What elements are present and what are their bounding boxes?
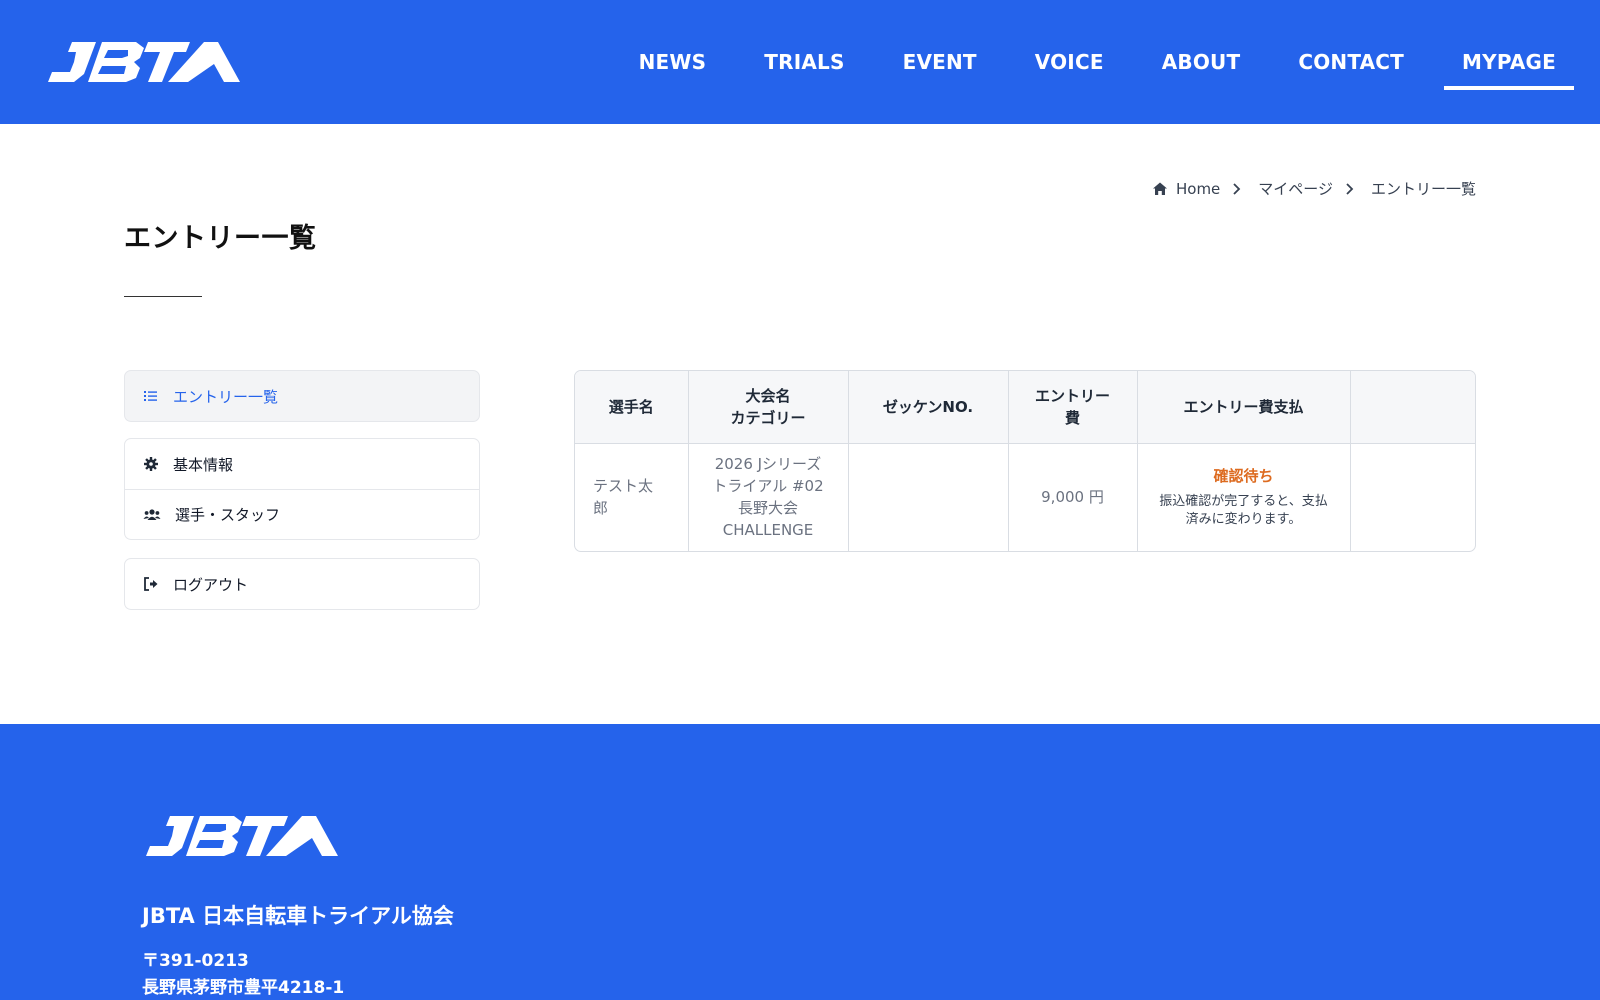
table-header-row: 選手名 大会名 カテゴリー ゼッケンNO. エントリー費 エントリー費支払 (575, 371, 1475, 444)
sidebar-item-logout[interactable]: ログアウト (125, 559, 479, 609)
footer-address: 長野県茅野市豊平4218-1 (142, 978, 345, 998)
nav-event[interactable]: EVENT (903, 50, 977, 74)
cell-player-name: テスト太郎 (575, 443, 689, 551)
site-header: NEWS TRIALS EVENT VOICE ABOUT CONTACT MY… (0, 0, 1600, 124)
breadcrumb-home[interactable]: Home (1176, 180, 1220, 198)
col-header-player: 選手名 (575, 371, 689, 444)
nav-about[interactable]: ABOUT (1162, 50, 1241, 74)
payment-note: 振込確認が完了すると、支払済みに変わります。 (1159, 494, 1328, 528)
cell-event-category: 2026 Jシリーズ トライアル #02 長野大会 CHALLENGE (688, 443, 849, 551)
col-header-actions (1350, 371, 1475, 444)
chevron-right-icon (1346, 182, 1354, 195)
nav-mypage[interactable]: MYPAGE (1444, 50, 1574, 90)
users-icon (143, 508, 161, 520)
sidebar-group-entries: エントリー一覧 (124, 370, 480, 422)
nav-voice[interactable]: VOICE (1035, 50, 1104, 74)
footer-postal-code: 〒391-0213 (142, 951, 249, 971)
title-underline (124, 296, 202, 297)
breadcrumb: Home マイページ エントリー一覧 (1152, 178, 1476, 199)
sign-out-icon (144, 577, 158, 591)
entry-table: 選手名 大会名 カテゴリー ゼッケンNO. エントリー費 エントリー費支払 テスト… (574, 370, 1476, 552)
sidebar-item-basic-info[interactable]: 基本情報 (125, 439, 479, 489)
cell-payment: 確認待ち 振込確認が完了すると、支払済みに変わります。 (1137, 443, 1351, 551)
chevron-right-icon (1233, 182, 1241, 195)
col-header-entry-fee: エントリー費 (1008, 371, 1138, 444)
page-title: エントリー一覧 (124, 223, 317, 254)
breadcrumb-current: エントリー一覧 (1370, 180, 1476, 198)
sidebar-item-label: エントリー一覧 (173, 387, 279, 406)
jbta-logo[interactable] (44, 38, 240, 86)
cell-bib-number (848, 443, 1009, 551)
sidebar-item-players-staff[interactable]: 選手・スタッフ (125, 489, 479, 539)
table-row: テスト太郎 2026 Jシリーズ トライアル #02 長野大会 CHALLENG… (575, 443, 1475, 551)
list-icon (144, 391, 157, 401)
nav-trials[interactable]: TRIALS (764, 50, 844, 74)
sidebar-group-logout: ログアウト (124, 558, 480, 610)
cell-entry-fee: 9,000 円 (1008, 443, 1138, 551)
status-badge: 確認待ち (1213, 467, 1274, 486)
sidebar-item-label: ログアウト (173, 575, 249, 594)
cell-actions (1350, 443, 1475, 551)
sidebar-item-entry-list[interactable]: エントリー一覧 (125, 371, 479, 421)
home-icon (1152, 182, 1167, 195)
main-nav: NEWS TRIALS EVENT VOICE ABOUT CONTACT MY… (581, 0, 1574, 124)
col-header-fee-payment: エントリー費支払 (1137, 371, 1351, 444)
sidebar-group-account: 基本情報 選手・スタッフ (124, 438, 480, 540)
footer-org-name: JBTA 日本自転車トライアル協会 (142, 904, 454, 928)
col-header-bib-number: ゼッケンNO. (848, 371, 1009, 444)
nav-news[interactable]: NEWS (639, 50, 707, 74)
jbta-logo[interactable] (142, 812, 338, 860)
sidebar-item-label: 選手・スタッフ (175, 506, 281, 524)
col-header-event-category: 大会名 カテゴリー (688, 371, 849, 444)
breadcrumb-mypage[interactable]: マイページ (1258, 178, 1333, 199)
gear-icon (144, 457, 158, 471)
sidebar-item-label: 基本情報 (173, 455, 234, 474)
nav-contact[interactable]: CONTACT (1298, 50, 1404, 74)
site-footer: JBTA 日本自転車トライアル協会 〒391-0213 長野県茅野市豊平4218… (0, 724, 1600, 1000)
